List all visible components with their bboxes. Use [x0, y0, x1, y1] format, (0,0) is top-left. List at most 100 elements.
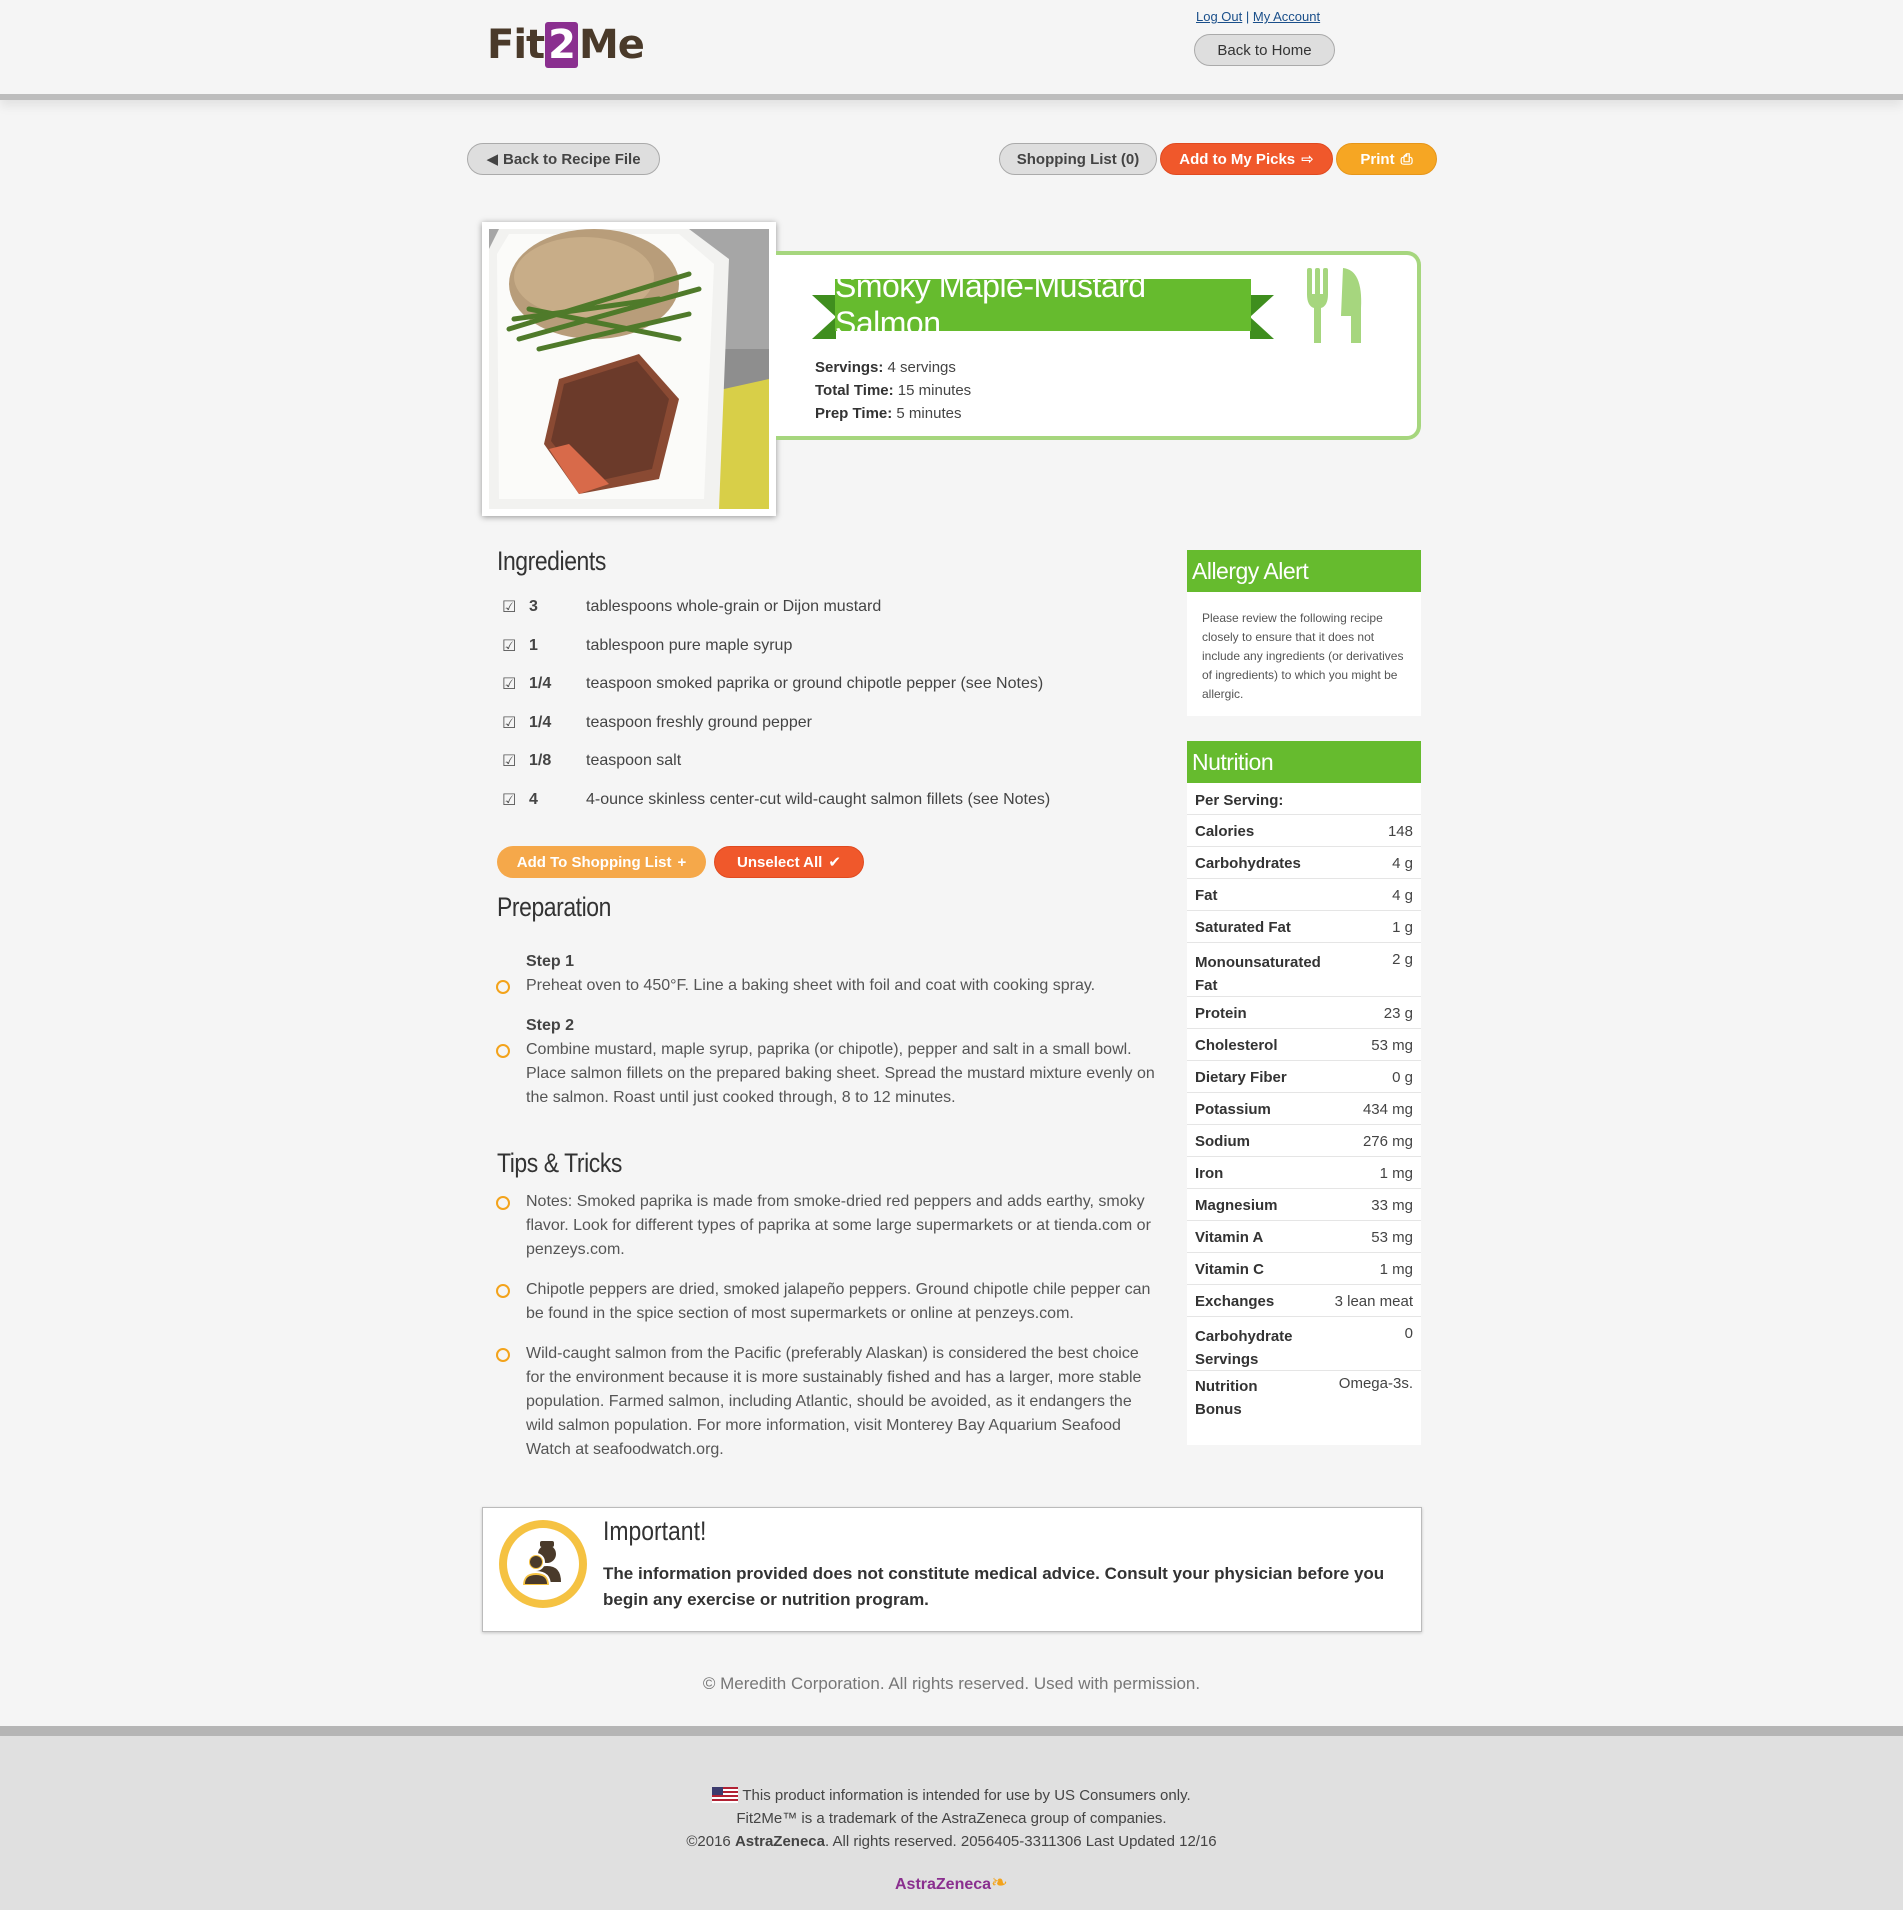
- nutrition-value: Omega-3s.: [1338, 1375, 1413, 1392]
- add-to-my-picks-button[interactable]: Add to My Picks ⇨: [1160, 143, 1333, 175]
- nutrition-value: 0: [1404, 1325, 1413, 1342]
- unselect-all-button[interactable]: Unselect All ✔: [714, 846, 864, 878]
- nutrition-label: Iron: [1195, 1165, 1224, 1182]
- nutrition-row: Monounsaturated Fat 2 g: [1187, 943, 1421, 997]
- tip-item: Chipotle peppers are dried, smoked jalap…: [526, 1278, 1150, 1326]
- circle-arrow-left-icon: ◀: [486, 151, 498, 168]
- print-button[interactable]: Print ⎙: [1336, 143, 1437, 175]
- step-title: Step 1: [526, 953, 575, 970]
- total-time-value: 15 minutes: [897, 382, 972, 399]
- step-text-line: the salmon. Roast until just cooked thro…: [526, 1089, 956, 1106]
- step-text-line: Combine mustard, maple syrup, paprika (o…: [526, 1041, 1132, 1058]
- ingredient-text: teaspoon salt: [586, 752, 682, 769]
- ingredient-item[interactable]: ☑ 1/8 teaspoon salt: [502, 749, 681, 773]
- nutrition-label: Carbohydrate Servings: [1195, 1328, 1293, 1368]
- logo-text-two: 2: [545, 22, 578, 68]
- footer-line-2: Fit2Me™ is a trademark of the AstraZenec…: [736, 1810, 1167, 1827]
- nutrition-row: Fat 4 g: [1187, 879, 1421, 911]
- ingredient-item[interactable]: ☑ 3 tablespoons whole-grain or Dijon musta…: [502, 595, 881, 619]
- footer-line-3: ©2016 AstraZeneca. All rights reserved. …: [0, 1830, 1903, 1853]
- astrazeneca-logo[interactable]: AstraZeneca❧: [895, 1870, 1008, 1895]
- tip-text-line: for the environment because it is more s…: [526, 1369, 1142, 1386]
- checked-box-icon[interactable]: ☑: [502, 636, 518, 656]
- my-account-link[interactable]: My Account: [1253, 9, 1320, 24]
- nutrition-label: Calories: [1195, 823, 1255, 840]
- ingredient-item[interactable]: ☑ 4 4-ounce skinless center-cut wild-caugh…: [502, 788, 1050, 812]
- shopping-list-button[interactable]: Shopping List (0): [999, 143, 1157, 175]
- us-flag-icon: [712, 1787, 739, 1803]
- nutrition-value: 276 mg: [1362, 1133, 1413, 1150]
- banner-tail-left: [812, 295, 836, 339]
- nutrition-label: Monounsaturated Fat: [1195, 954, 1321, 994]
- nutrition-value: 148: [1387, 823, 1413, 840]
- prep-time-label: Prep Time:: [815, 405, 893, 422]
- copyright-text: © Meredith Corporation. All rights reser…: [702, 1674, 1201, 1693]
- prep-time-value: 5 minutes: [896, 405, 962, 422]
- nutrition-value: 434 mg: [1362, 1101, 1413, 1118]
- tip-text-line: be found in the spice section of most su…: [526, 1305, 1074, 1322]
- back-to-home-button[interactable]: Back to Home: [1194, 34, 1335, 66]
- step-bullet-icon: [496, 980, 510, 994]
- tip-bullet-icon: [496, 1284, 510, 1298]
- nutrition-label: Potassium: [1195, 1101, 1271, 1118]
- site-footer: This product information is intended for…: [0, 1726, 1903, 1910]
- footer-line-3-post: . All rights reserved. 2056405-3311306 L…: [824, 1833, 1217, 1850]
- add-to-shopping-list-button[interactable]: Add To Shopping List +: [497, 846, 706, 878]
- back-to-recipe-file-label: Back to Recipe File: [502, 150, 641, 168]
- nutrition-value: 3 lean meat: [1334, 1293, 1413, 1310]
- nutrition-label: Dietary Fiber: [1195, 1069, 1287, 1086]
- checked-box-icon[interactable]: ☑: [502, 674, 518, 694]
- nutrition-row: Potassium 434 mg: [1187, 1093, 1421, 1125]
- unselect-all-label: Unselect All: [737, 853, 823, 871]
- nutrition-label: Vitamin A: [1195, 1229, 1264, 1246]
- nutrition-label: Sodium: [1195, 1133, 1250, 1150]
- plus-icon: +: [677, 853, 687, 871]
- back-to-recipe-file-button[interactable]: ◀ Back to Recipe File: [467, 143, 660, 175]
- ingredient-item[interactable]: ☑ 1 tablespoon pure maple syrup: [502, 634, 792, 658]
- checked-box-icon[interactable]: ☑: [502, 713, 518, 733]
- add-to-my-picks-label: Add to My Picks: [1179, 150, 1296, 168]
- tip-item: Wild-caught salmon from the Pacific (pre…: [526, 1342, 1141, 1462]
- nutrition-value: 2 g: [1392, 951, 1413, 968]
- step-text-line: Place salmon fillets on the prepared bak…: [526, 1065, 1155, 1082]
- site-header: Fit 2 Me Log Out | My Account Back to Home: [0, 0, 1903, 100]
- logo-text-post: Me: [579, 22, 645, 68]
- checked-box-icon[interactable]: ☑: [502, 751, 518, 771]
- account-links: Log Out | My Account: [1196, 9, 1320, 24]
- logout-link[interactable]: Log Out: [1196, 9, 1242, 24]
- tip-text-line: Notes: Smoked paprika is made from smoke…: [526, 1193, 1145, 1210]
- nutrition-label: Vitamin C: [1195, 1261, 1264, 1278]
- ingredient-qty: 1/8: [529, 752, 552, 769]
- checked-box-icon[interactable]: ☑: [502, 597, 518, 617]
- nutrition-label: Cholesterol: [1195, 1037, 1278, 1054]
- nutrition-label: Magnesium: [1195, 1197, 1278, 1214]
- ingredient-item[interactable]: ☑ 1/4 teaspoon smoked paprika or ground ch…: [502, 672, 1043, 696]
- nutrition-row: Carbohydrate Servings 0: [1187, 1317, 1421, 1371]
- tip-text-line: penzeys.com.: [526, 1241, 625, 1258]
- print-label: Print: [1360, 150, 1395, 168]
- nutrition-label: Protein: [1195, 1005, 1247, 1022]
- nutrition-row: Exchanges 3 lean meat: [1187, 1285, 1421, 1317]
- ingredient-qty: 1: [529, 637, 538, 654]
- footer-line-1: This product information is intended for…: [0, 1784, 1903, 1807]
- fit2me-logo[interactable]: Fit 2 Me: [487, 22, 645, 68]
- nutrition-row: Nutrition Bonus Omega-3s.: [1187, 1371, 1421, 1425]
- ingredient-text: tablespoon pure maple syrup: [586, 637, 793, 654]
- nurse-icon: [520, 1541, 561, 1587]
- nutrition-row: Dietary Fiber 0 g: [1187, 1061, 1421, 1093]
- physician-icon-inner: [507, 1528, 579, 1600]
- step-text-line: Preheat oven to 450°F. Line a baking she…: [526, 977, 1096, 994]
- ingredient-item[interactable]: ☑ 1/4 teaspoon freshly ground pepper: [502, 711, 812, 735]
- ingredient-qty: 1/4: [529, 675, 552, 692]
- nutrition-row: Cholesterol 53 mg: [1187, 1029, 1421, 1061]
- logo-text-pre: Fit: [487, 22, 545, 68]
- tip-text-line: population. Farmed salmon, including Atl…: [526, 1393, 1132, 1410]
- checked-box-icon[interactable]: ☑: [502, 790, 518, 810]
- footer-line-3-bold: AstraZeneca: [734, 1833, 825, 1850]
- nutrition-row: Protein 23 g: [1187, 997, 1421, 1029]
- link-separator: |: [1245, 9, 1250, 24]
- nutrition-row: Vitamin C 1 mg: [1187, 1253, 1421, 1285]
- nutrition-heading: Nutrition: [1187, 741, 1421, 783]
- total-time-row: Total Time: 15 minutes: [815, 379, 971, 402]
- step-bullet-icon: [496, 1044, 510, 1058]
